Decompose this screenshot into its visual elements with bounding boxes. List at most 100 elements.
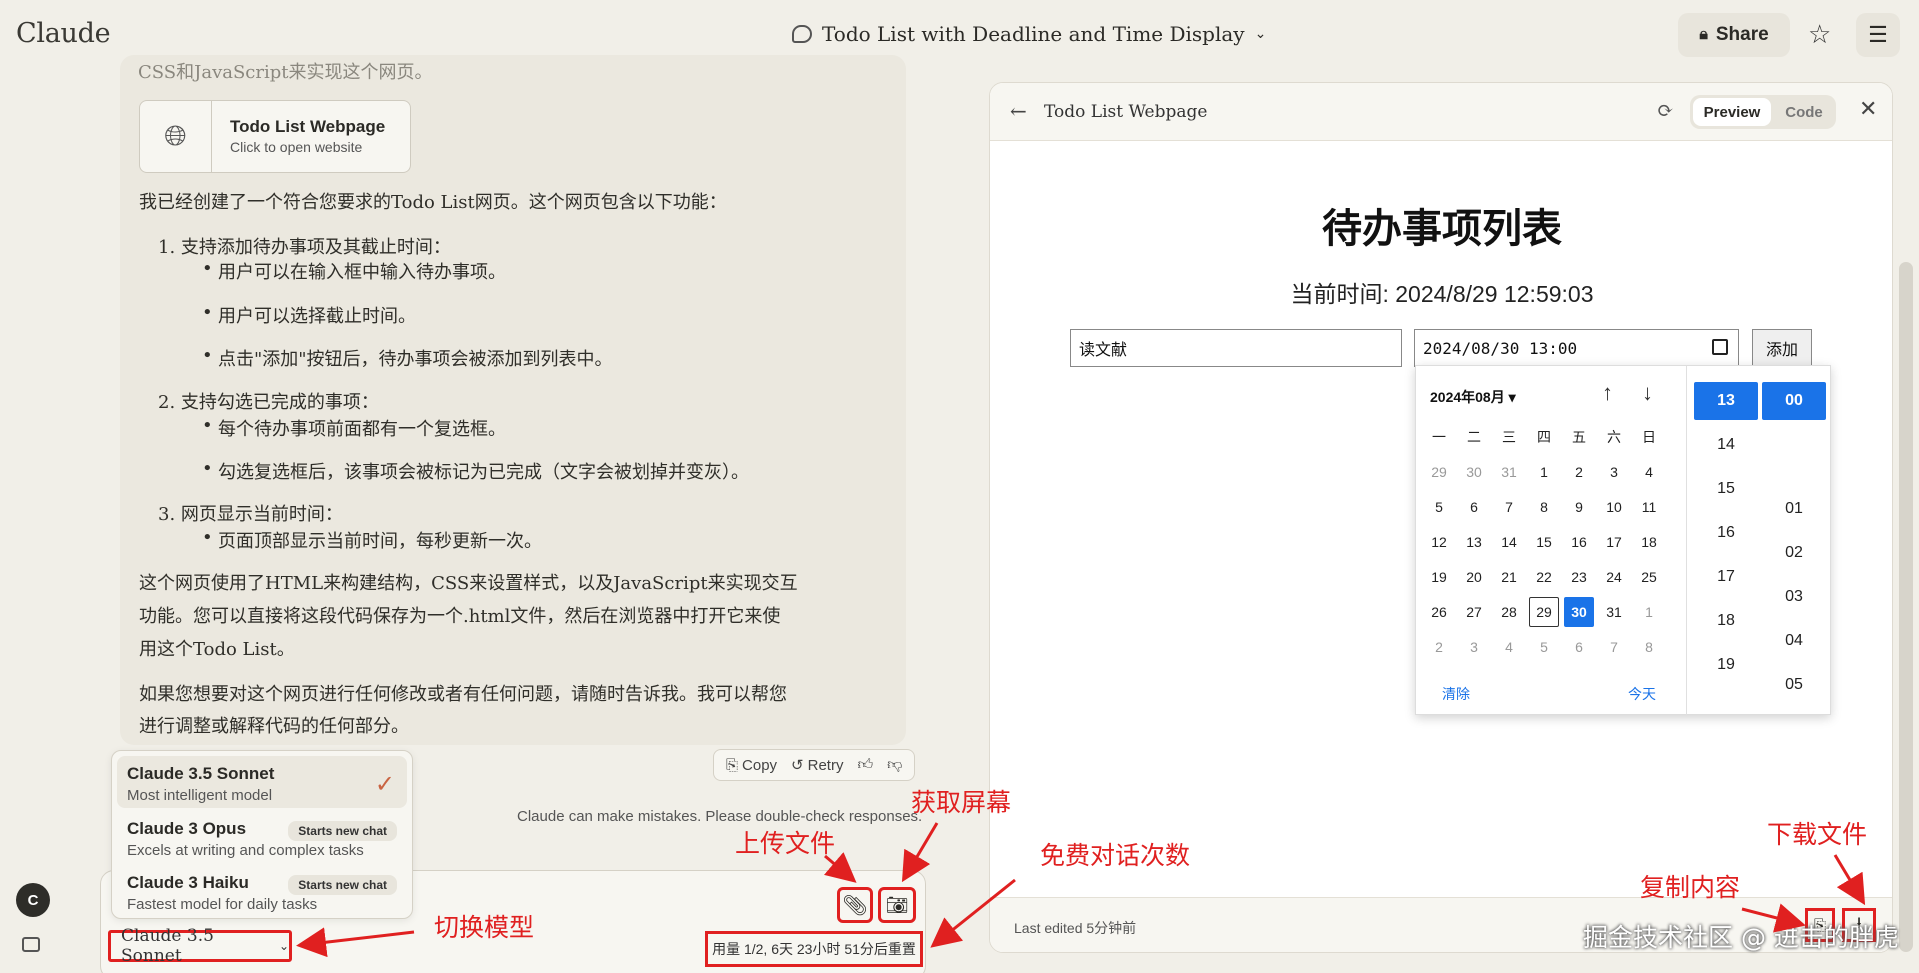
calendar-day[interactable]: 31 [1599, 597, 1629, 627]
screenshot-button[interactable]: 📷︎ [878, 887, 916, 923]
sidebar-toggle-icon[interactable] [22, 937, 40, 952]
list-item: 页面顶部显示当前时间，每秒更新一次。 [202, 527, 542, 553]
calendar-day[interactable]: 19 [1424, 562, 1454, 592]
calendar-day[interactable]: 20 [1459, 562, 1489, 592]
chevron-down-icon: ⌄ [1254, 26, 1267, 42]
calendar-day[interactable]: 10 [1599, 492, 1629, 522]
calendar-day[interactable]: 18 [1634, 527, 1664, 557]
calendar-day[interactable]: 5 [1424, 492, 1454, 522]
minute-option[interactable]: 04 [1762, 622, 1826, 660]
conversation-title-text: Todo List with Deadline and Time Display [822, 22, 1245, 46]
hour-option[interactable]: 18 [1694, 602, 1758, 640]
month-selector[interactable]: 2024年08月 ▾ [1430, 387, 1516, 407]
model-select[interactable]: Claude 3.5 Sonnet ⌄ [108, 926, 292, 966]
settings-sliders-icon[interactable]: ☰ [1856, 13, 1900, 57]
attach-file-button[interactable]: 📎︎ [837, 887, 873, 923]
tab-code[interactable]: Code [1774, 98, 1834, 126]
list-section-1: 1. 支持添加待办事项及其截止时间： [158, 237, 451, 258]
calendar-day[interactable]: 29 [1529, 597, 1559, 627]
calendar-day[interactable]: 14 [1494, 527, 1524, 557]
share-button[interactable]: 🔒︎ Share [1678, 13, 1790, 57]
today-button[interactable]: 今天 [1628, 684, 1656, 704]
calendar-day[interactable]: 15 [1529, 527, 1559, 557]
minute-option[interactable]: 01 [1762, 490, 1826, 528]
starts-new-chat-badge: Starts new chat [288, 821, 397, 841]
add-button[interactable]: 添加 [1752, 329, 1812, 367]
calendar-day[interactable]: 28 [1494, 597, 1524, 627]
list-item: 每个待办事项前面都有一个复选框。 [202, 415, 506, 441]
calendar-day[interactable]: 1 [1529, 457, 1559, 487]
conversation-title[interactable]: Todo List with Deadline and Time Display… [792, 22, 1266, 46]
calendar-day[interactable]: 1 [1634, 597, 1664, 627]
calendar-day[interactable]: 22 [1529, 562, 1559, 592]
current-time: 当前时间: 2024/8/29 12:59:03 [1290, 281, 1594, 307]
calendar-day[interactable]: 5 [1529, 632, 1559, 662]
hour-option[interactable]: 16 [1694, 514, 1758, 552]
hour-option[interactable]: 13 [1694, 382, 1758, 420]
minute-option[interactable]: 00 [1762, 382, 1826, 420]
copy-button[interactable]: ⎘ Copy [726, 757, 777, 774]
calendar-day[interactable]: 16 [1564, 527, 1594, 557]
refresh-icon[interactable]: ⟳ [1657, 98, 1674, 122]
weekday-label: 六 [1607, 429, 1621, 445]
deadline-input[interactable]: 2024/08/30 13:00 [1414, 329, 1739, 367]
avatar[interactable]: C [16, 883, 50, 917]
thumbs-down-icon[interactable]: 👎︎ [887, 756, 902, 774]
model-option-sonnet[interactable]: Claude 3.5 Sonnet Most intelligent model… [117, 756, 407, 808]
calendar-day[interactable]: 23 [1564, 562, 1594, 592]
minute-option[interactable]: 03 [1762, 578, 1826, 616]
app-logo[interactable]: Claude [16, 18, 111, 49]
calendar-day[interactable]: 11 [1634, 492, 1664, 522]
list-section-2: 2. 支持勾选已完成的事项： [158, 392, 379, 413]
minute-option[interactable]: 02 [1762, 534, 1826, 572]
calendar-day[interactable]: 12 [1424, 527, 1454, 557]
list-item: 点击"添加"按钮后，待办事项会被添加到列表中。 [202, 345, 613, 371]
calendar-day[interactable]: 26 [1424, 597, 1454, 627]
thumbs-up-icon[interactable]: 👍︎ [857, 756, 873, 774]
calendar-day[interactable]: 21 [1494, 562, 1524, 592]
hour-option[interactable]: 19 [1694, 646, 1758, 684]
calendar-day[interactable]: 2 [1424, 632, 1454, 662]
minute-option[interactable]: 05 [1762, 666, 1826, 704]
calendar-day[interactable]: 25 [1634, 562, 1664, 592]
star-icon[interactable]: ☆ [1808, 20, 1831, 50]
calendar-day[interactable]: 24 [1599, 562, 1629, 592]
calendar-day[interactable]: 4 [1634, 457, 1664, 487]
model-option-opus[interactable]: Claude 3 Opus Excels at writing and comp… [117, 811, 407, 863]
artifact-card[interactable]: 🌐︎ Todo List Webpage Click to open websi… [139, 100, 411, 173]
calendar-day[interactable]: 3 [1459, 632, 1489, 662]
calendar-day[interactable]: 7 [1599, 632, 1629, 662]
calendar-day[interactable]: 9 [1564, 492, 1594, 522]
calendar-day[interactable]: 29 [1424, 457, 1454, 487]
scrollbar[interactable] [1899, 262, 1913, 952]
arrow-down-icon[interactable]: ↓ [1642, 380, 1653, 406]
close-icon[interactable]: ✕ [1859, 97, 1877, 122]
tab-preview[interactable]: Preview [1693, 98, 1771, 126]
calendar-day[interactable]: 31 [1494, 457, 1524, 487]
hour-option[interactable]: 14 [1694, 426, 1758, 464]
calendar-day[interactable]: 8 [1634, 632, 1664, 662]
calendar-day[interactable]: 7 [1494, 492, 1524, 522]
calendar-day[interactable]: 30 [1459, 457, 1489, 487]
calendar-icon[interactable] [1712, 339, 1728, 355]
retry-button[interactable]: ↺ Retry [791, 756, 843, 775]
hour-option[interactable]: 17 [1694, 558, 1758, 596]
calendar-day[interactable]: 30 [1564, 597, 1594, 627]
model-option-haiku[interactable]: Claude 3 Haiku Fastest model for daily t… [117, 865, 407, 917]
hour-option[interactable]: 15 [1694, 470, 1758, 508]
calendar-day[interactable]: 8 [1529, 492, 1559, 522]
todo-input[interactable]: 读文献 [1070, 329, 1402, 367]
calendar-day[interactable]: 17 [1599, 527, 1629, 557]
message-actions: ⎘ Copy ↺ Retry 👍︎ 👎︎ [713, 749, 915, 781]
calendar-day[interactable]: 6 [1564, 632, 1594, 662]
arrow-up-icon[interactable]: ↑ [1602, 380, 1613, 406]
todo-heading: 待办事项列表 [1322, 206, 1562, 252]
back-arrow-icon[interactable]: ← [1010, 99, 1027, 123]
calendar-day[interactable]: 6 [1459, 492, 1489, 522]
calendar-day[interactable]: 13 [1459, 527, 1489, 557]
calendar-day[interactable]: 2 [1564, 457, 1594, 487]
clear-button[interactable]: 清除 [1442, 684, 1470, 704]
calendar-day[interactable]: 4 [1494, 632, 1524, 662]
calendar-day[interactable]: 3 [1599, 457, 1629, 487]
calendar-day[interactable]: 27 [1459, 597, 1489, 627]
